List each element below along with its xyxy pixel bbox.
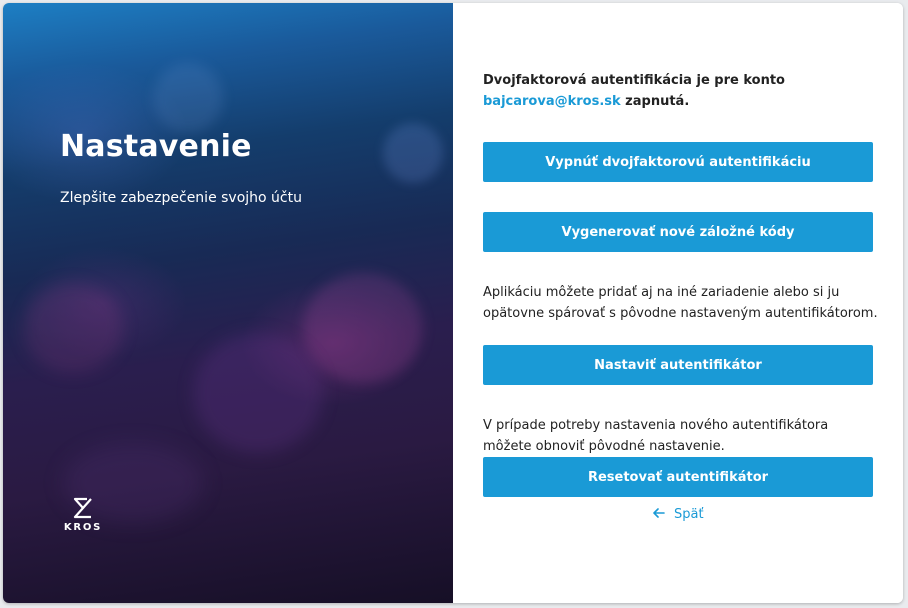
logo-text: KROS xyxy=(63,522,103,533)
disable-two-factor-button[interactable]: Vypnúť dvojfaktorovú autentifikáciu xyxy=(483,142,873,182)
settings-card: Nastavenie Zlepšite zabezpečenie svojho … xyxy=(3,3,903,603)
page-title: Nastavenie xyxy=(60,129,252,164)
bokeh-decoration xyxy=(153,63,223,133)
two-factor-status: Dvojfaktorová autentifikácia je pre kont… xyxy=(483,70,883,112)
status-suffix: zapnutá. xyxy=(620,94,690,109)
bokeh-decoration xyxy=(193,333,323,453)
bokeh-decoration xyxy=(23,283,123,373)
back-link[interactable]: Späť xyxy=(653,507,704,522)
setup-authenticator-description: Aplikáciu môžete pridať aj na iné zariad… xyxy=(483,285,878,321)
hero-panel: Nastavenie Zlepšite zabezpečenie svojho … xyxy=(3,3,453,603)
kros-logo: KROS xyxy=(63,497,103,533)
status-text: Dvojfaktorová autentifikácia je pre kont… xyxy=(483,73,785,88)
arrow-left-icon xyxy=(653,507,665,522)
setup-authenticator-button[interactable]: Nastaviť autentifikátor xyxy=(483,345,873,385)
bokeh-decoration xyxy=(303,273,423,383)
settings-panel: Dvojfaktorová autentifikácia je pre kont… xyxy=(453,3,903,603)
generate-backup-codes-button[interactable]: Vygenerovať nové záložné kódy xyxy=(483,212,873,252)
kros-logo-icon xyxy=(73,497,92,519)
reset-authenticator-description: V prípade potreby nastavenia nového aute… xyxy=(483,418,829,454)
account-email: bajcarova@kros.sk xyxy=(483,94,621,109)
back-link-label: Späť xyxy=(674,507,704,522)
page-subtitle: Zlepšite zabezpečenie svojho účtu xyxy=(60,190,302,206)
bokeh-decoration xyxy=(383,123,443,183)
reset-authenticator-button[interactable]: Resetovať autentifikátor xyxy=(483,457,873,497)
